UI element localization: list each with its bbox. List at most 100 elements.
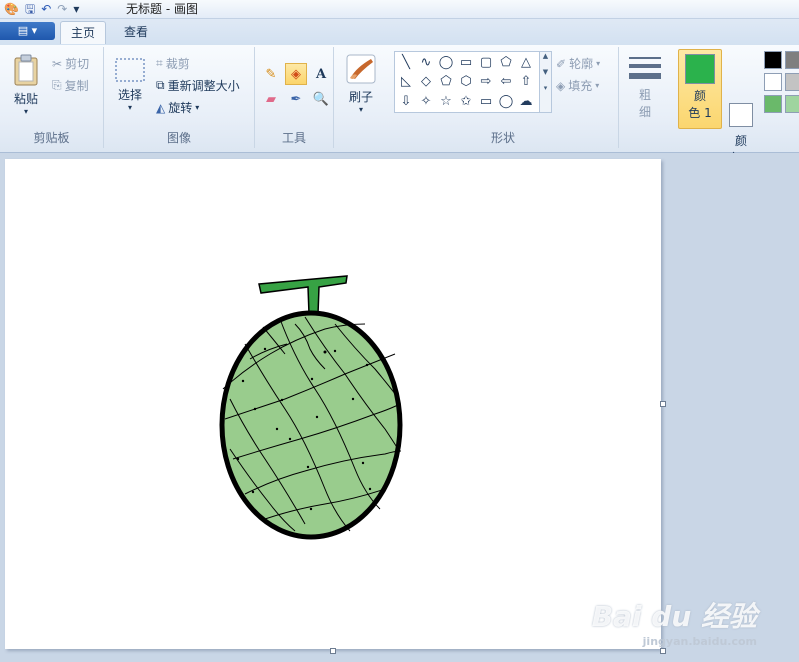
window-title: 无标题 - 画图 <box>126 2 198 16</box>
rotate-button[interactable]: ◭ 旋转 ▾ <box>156 99 199 116</box>
color2-swatch <box>729 103 753 127</box>
color1-label-line2: 色 1 <box>688 106 712 120</box>
shape-item[interactable]: ▭ <box>476 92 496 111</box>
clipboard-icon <box>14 54 38 86</box>
color1-swatch <box>685 54 715 84</box>
watermark-logo: Bai du 经验 <box>591 600 757 633</box>
brush-button[interactable]: 刷子 ▾ <box>342 53 380 114</box>
fill-button[interactable]: ◈ 填充 ▾ <box>556 77 599 94</box>
palette-swatch[interactable] <box>764 73 782 91</box>
select-dropdown-icon[interactable]: ▾ <box>112 103 148 112</box>
palette-swatch[interactable] <box>785 73 799 91</box>
canvas-area[interactable]: Bai du 经验 jingyan.baidu.com <box>0 153 799 662</box>
shape-item[interactable]: ▭ <box>456 53 476 72</box>
brush-dropdown-icon[interactable]: ▾ <box>342 105 380 114</box>
paste-button[interactable]: 粘贴 ▾ <box>8 53 44 116</box>
ribbon-tabs: ▤ ▾ 主页 查看 <box>0 19 799 45</box>
shape-item[interactable]: ◺ <box>396 72 416 91</box>
melon-body <box>219 310 403 540</box>
cut-button[interactable]: ✂ 剪切 <box>52 55 89 72</box>
shape-item[interactable]: ╲ <box>396 53 416 72</box>
fill-label: 填充 <box>568 79 593 93</box>
shape-item[interactable]: ⬠ <box>496 53 516 72</box>
resize-handle-right[interactable] <box>660 401 666 407</box>
crop-icon: ⌗ <box>156 56 163 70</box>
shape-item[interactable]: ⬡ <box>456 72 476 91</box>
ribbon: 粘贴 ▾ ✂ 剪切 ⎘ 复制 剪贴板 选择 ▾ ⌗ 裁剪 ⧉ 重新调整大小 ◭ 旋转 ▾ 图… <box>0 45 799 165</box>
shape-item[interactable]: ⇧ <box>516 72 536 91</box>
clipboard-group: 粘贴 ▾ ✂ 剪切 ⎘ 复制 剪贴板 <box>0 47 104 148</box>
shape-item[interactable]: ☆ <box>436 92 456 111</box>
shape-item[interactable]: ✧ <box>416 92 436 111</box>
tools-grid: ✎ ◈ A ▰ ✒ 🔍 <box>260 63 332 110</box>
color-picker-icon[interactable]: ✒ <box>285 88 307 110</box>
scissors-icon: ✂ <box>52 56 63 71</box>
pencil-icon[interactable]: ✎ <box>260 63 282 85</box>
palette-swatch[interactable] <box>764 95 782 113</box>
rotate-dropdown-icon: ▾ <box>195 103 200 112</box>
brush-icon <box>346 54 376 84</box>
outline-button[interactable]: ✐ 轮廓 ▾ <box>556 55 600 72</box>
quick-access-toolbar: 🎨 🖫 ↶ ↷ ▾ <box>4 1 79 17</box>
color1-button[interactable]: 颜 色 1 <box>678 49 722 129</box>
eraser-icon[interactable]: ▰ <box>260 88 282 110</box>
magnifier-icon[interactable]: 🔍 <box>310 88 332 110</box>
size-label-line2: 细 <box>638 105 651 119</box>
resize-handle-bottom[interactable] <box>330 648 336 654</box>
image-group-label: 图像 <box>166 131 191 145</box>
shape-item[interactable]: ⇨ <box>476 72 496 91</box>
shape-item[interactable]: ◯ <box>496 92 516 111</box>
palette-swatch[interactable] <box>764 51 782 69</box>
shape-item[interactable]: ⇩ <box>396 92 416 111</box>
clipboard-group-label: 剪贴板 <box>33 131 70 145</box>
cut-label: 剪切 <box>65 57 90 71</box>
tab-view[interactable]: 查看 <box>114 21 158 43</box>
paint-menu-button[interactable]: ▤ ▾ <box>0 22 55 40</box>
select-button[interactable]: 选择 ▾ <box>112 57 148 112</box>
save-icon[interactable]: 🖫 <box>25 1 35 17</box>
shape-item[interactable]: ◯ <box>436 53 456 72</box>
shape-item[interactable]: △ <box>516 53 536 72</box>
palette-swatch[interactable] <box>785 51 799 69</box>
shapes-gallery-scroll[interactable]: ▲ ▼ ▾ <box>539 51 552 113</box>
drawing-canvas[interactable] <box>5 159 661 649</box>
rotate-icon: ◭ <box>156 100 166 115</box>
shape-item[interactable]: ◇ <box>416 72 436 91</box>
fill-dropdown-icon: ▾ <box>595 81 600 90</box>
resize-handle-corner[interactable] <box>660 648 666 654</box>
fill-icon: ◈ <box>556 78 566 93</box>
crop-button[interactable]: ⌗ 裁剪 <box>156 55 190 72</box>
size-label-line1: 粗 <box>638 88 651 102</box>
resize-button[interactable]: ⧉ 重新调整大小 <box>156 77 240 94</box>
crop-label: 裁剪 <box>165 57 190 71</box>
selection-rectangle-icon <box>115 58 145 82</box>
size-button[interactable]: 粗 细 <box>627 55 663 120</box>
brush-group: 刷子 ▾ <box>334 47 388 148</box>
watermark-url: jingyan.baidu.com <box>642 635 757 648</box>
watermark: Bai du 经验 jingyan.baidu.com <box>592 595 757 648</box>
shape-item[interactable]: ⇦ <box>496 72 516 91</box>
shape-item[interactable]: ⬠ <box>436 72 456 91</box>
undo-icon[interactable]: ↶ <box>41 1 51 17</box>
title-bar: 🎨 🖫 ↶ ↷ ▾ 无标题 - 画图 <box>0 0 799 19</box>
rotate-label: 旋转 <box>168 101 193 115</box>
shape-item[interactable]: ✩ <box>456 92 476 111</box>
size-group: 粗 细 <box>619 47 671 148</box>
shape-item[interactable]: ∿ <box>416 53 436 72</box>
app-icon[interactable]: 🎨 <box>4 1 19 17</box>
text-tool-icon[interactable]: A <box>310 63 332 85</box>
copy-button[interactable]: ⎘ 复制 <box>52 77 89 94</box>
customize-qat-button[interactable]: ▾ <box>73 1 79 17</box>
tab-home[interactable]: 主页 <box>60 21 107 44</box>
paste-dropdown-icon[interactable]: ▾ <box>8 107 44 116</box>
fill-bucket-icon[interactable]: ◈ <box>285 63 307 85</box>
resize-label: 重新调整大小 <box>167 79 240 93</box>
select-label: 选择 <box>117 88 142 102</box>
shape-item[interactable]: ▢ <box>476 53 496 72</box>
tools-group: ✎ ◈ A ▰ ✒ 🔍 工具 <box>255 47 334 148</box>
redo-icon[interactable]: ↷ <box>57 1 67 17</box>
palette-swatch[interactable] <box>785 95 799 113</box>
copy-label: 复制 <box>64 79 89 93</box>
outline-label: 轮廓 <box>569 57 594 71</box>
shape-item[interactable]: ☁ <box>516 92 536 111</box>
